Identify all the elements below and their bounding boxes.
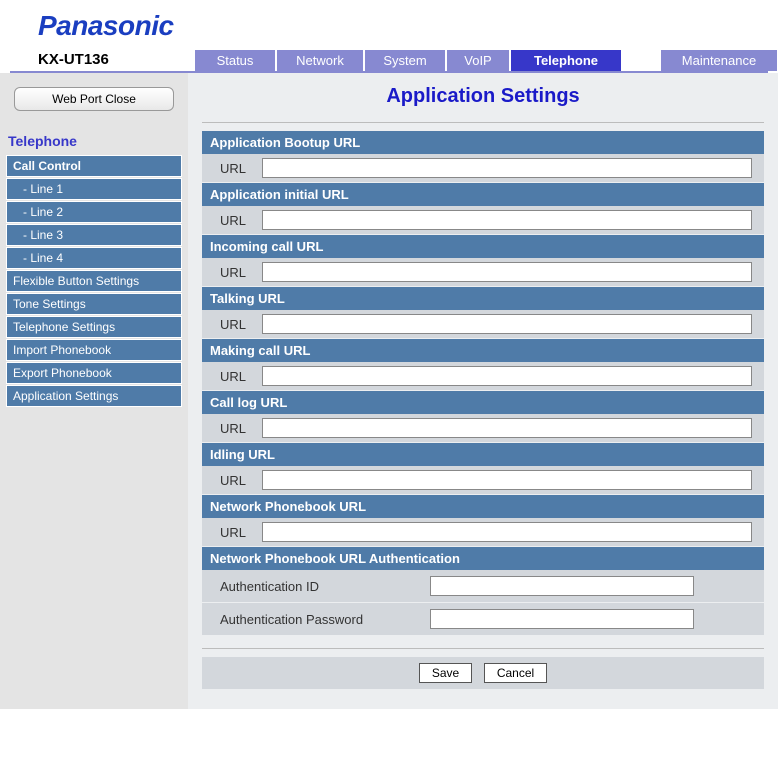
talking-url-row: URL	[202, 310, 764, 339]
idling-url-label: URL	[220, 473, 262, 488]
tab-system[interactable]: System	[365, 50, 445, 71]
sidebar-item-line4[interactable]: - Line 4	[6, 247, 182, 269]
sidebar: Web Port Close Telephone Call Control - …	[0, 73, 188, 709]
phonebook-url-label: URL	[220, 525, 262, 540]
initial-url-input[interactable]	[262, 210, 752, 230]
section-making-header: Making call URL	[202, 339, 764, 362]
making-url-input[interactable]	[262, 366, 752, 386]
section-auth-header: Network Phonebook URL Authentication	[202, 547, 764, 570]
section-talking-header: Talking URL	[202, 287, 764, 310]
incoming-url-label: URL	[220, 265, 262, 280]
idling-url-input[interactable]	[262, 470, 752, 490]
tab-gap	[623, 50, 659, 71]
auth-id-label: Authentication ID	[220, 579, 430, 594]
model-number: KX-UT136	[0, 51, 195, 71]
auth-id-row: Authentication ID	[202, 570, 764, 603]
calllog-url-label: URL	[220, 421, 262, 436]
page-title: Application Settings	[202, 85, 764, 108]
sidebar-item-flexible-button[interactable]: Flexible Button Settings	[6, 270, 182, 292]
phonebook-url-input[interactable]	[262, 522, 752, 542]
section-incoming-header: Incoming call URL	[202, 235, 764, 258]
cancel-button[interactable]: Cancel	[484, 663, 547, 683]
web-port-close-button[interactable]: Web Port Close	[14, 87, 174, 111]
top-tabs: Status Network System VoIP Telephone Mai…	[195, 50, 778, 71]
initial-url-row: URL	[202, 206, 764, 235]
sidebar-item-export-phonebook[interactable]: Export Phonebook	[6, 362, 182, 384]
auth-pw-row: Authentication Password	[202, 603, 764, 636]
auth-id-input[interactable]	[430, 576, 694, 596]
tab-telephone[interactable]: Telephone	[511, 50, 621, 71]
section-bootup-header: Application Bootup URL	[202, 131, 764, 154]
auth-pw-input[interactable]	[430, 609, 694, 629]
title-divider	[202, 122, 764, 123]
tab-maintenance[interactable]: Maintenance	[661, 50, 777, 71]
save-button[interactable]: Save	[419, 663, 472, 683]
bootup-url-input[interactable]	[262, 158, 752, 178]
making-url-label: URL	[220, 369, 262, 384]
content-area: Application Settings Application Bootup …	[188, 73, 778, 709]
section-phonebook-header: Network Phonebook URL	[202, 495, 764, 518]
sidebar-item-tone-settings[interactable]: Tone Settings	[6, 293, 182, 315]
calllog-url-row: URL	[202, 414, 764, 443]
incoming-url-input[interactable]	[262, 262, 752, 282]
incoming-url-row: URL	[202, 258, 764, 287]
tab-status[interactable]: Status	[195, 50, 275, 71]
sidebar-item-line2[interactable]: - Line 2	[6, 201, 182, 223]
tab-network[interactable]: Network	[277, 50, 363, 71]
sidebar-item-telephone-settings[interactable]: Telephone Settings	[6, 316, 182, 338]
making-url-row: URL	[202, 362, 764, 391]
sidebar-title: Telephone	[6, 129, 182, 153]
bootup-url-label: URL	[220, 161, 262, 176]
sidebar-item-import-phonebook[interactable]: Import Phonebook	[6, 339, 182, 361]
brand-logo: Panasonic	[38, 10, 778, 42]
bootup-url-row: URL	[202, 154, 764, 183]
calllog-url-input[interactable]	[262, 418, 752, 438]
initial-url-label: URL	[220, 213, 262, 228]
sidebar-item-call-control[interactable]: Call Control	[6, 155, 182, 177]
tab-voip[interactable]: VoIP	[447, 50, 509, 71]
section-calllog-header: Call log URL	[202, 391, 764, 414]
section-initial-header: Application initial URL	[202, 183, 764, 206]
sidebar-item-line3[interactable]: - Line 3	[6, 224, 182, 246]
section-idling-header: Idling URL	[202, 443, 764, 466]
talking-url-label: URL	[220, 317, 262, 332]
talking-url-input[interactable]	[262, 314, 752, 334]
footer-divider	[202, 648, 764, 649]
button-bar: Save Cancel	[202, 657, 764, 689]
idling-url-row: URL	[202, 466, 764, 495]
sidebar-item-application-settings[interactable]: Application Settings	[6, 385, 182, 407]
phonebook-url-row: URL	[202, 518, 764, 547]
sidebar-item-line1[interactable]: - Line 1	[6, 178, 182, 200]
auth-pw-label: Authentication Password	[220, 612, 430, 627]
